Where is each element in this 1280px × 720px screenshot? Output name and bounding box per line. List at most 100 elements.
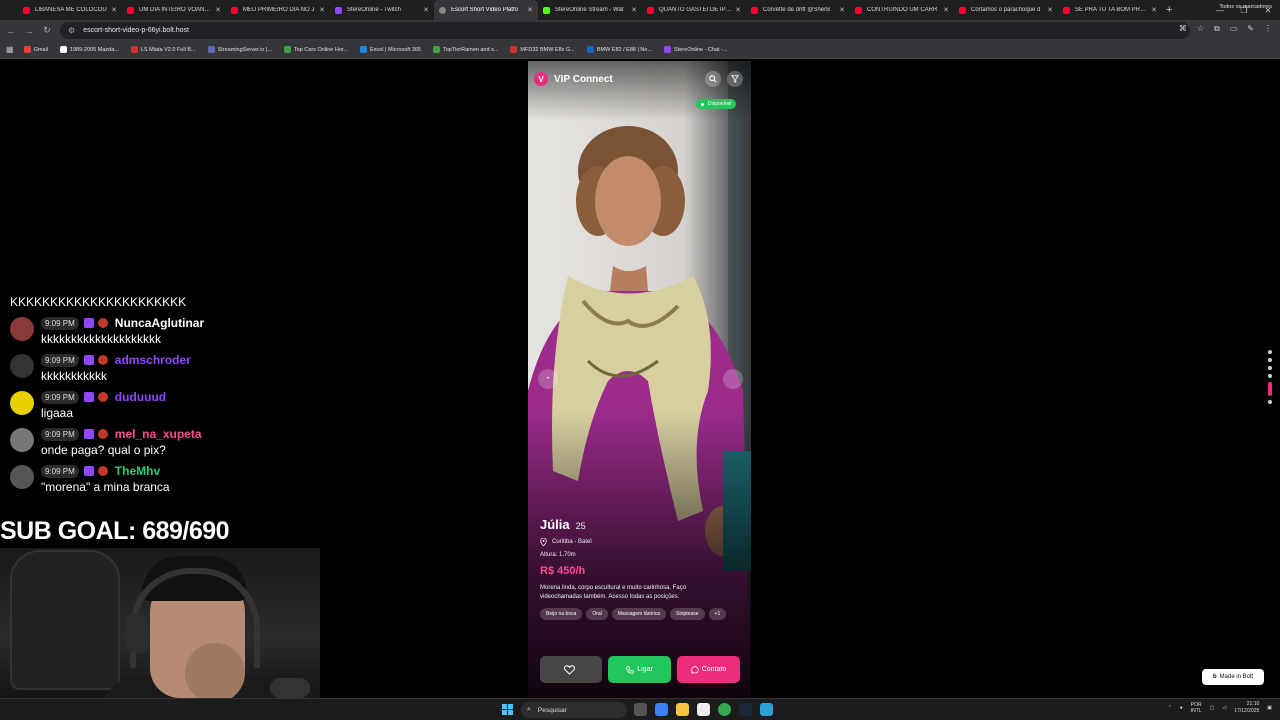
chat-username[interactable]: mel_na_xupeta: [115, 427, 202, 441]
made-in-bolt-badge[interactable]: b Made in Bolt: [1202, 669, 1264, 685]
microphone-icon[interactable]: ●: [1180, 705, 1183, 711]
tab-close-icon[interactable]: ✕: [319, 6, 325, 14]
chat-username[interactable]: admschroder: [115, 353, 191, 367]
tab-close-icon[interactable]: ✕: [735, 6, 741, 14]
forward-icon[interactable]: →: [20, 26, 38, 36]
chat-username[interactable]: TheMhv: [115, 464, 160, 478]
bookmark-item[interactable]: BMW E82 / E88 | No...: [586, 46, 652, 53]
taskbar-search[interactable]: ⌕ Pesquisar: [521, 702, 627, 718]
bookmark-item[interactable]: Gmail: [23, 46, 48, 53]
contact-button[interactable]: Contato: [677, 656, 740, 683]
apps-grid-icon[interactable]: ▦: [6, 45, 14, 54]
browser-tab[interactable]: LIBANESA ME COLOCOU ✕: [18, 0, 122, 20]
app-header: V VIP Connect: [528, 61, 751, 97]
language-indicator[interactable]: POR INTL: [1191, 702, 1202, 714]
tab-close-icon[interactable]: ✕: [215, 6, 221, 14]
reload-icon[interactable]: ↻: [38, 25, 56, 36]
copilot-icon[interactable]: [655, 703, 668, 716]
volume-icon[interactable]: ◁: [1222, 705, 1226, 711]
bookmark-item[interactable]: StreamingServer.io |...: [207, 46, 272, 53]
browser-tab[interactable]: StereOnline Stream - Wat ✕: [538, 0, 642, 20]
headset-earcup: [126, 613, 148, 653]
chat-message: 9:09 PM admschroder kkkkkkkkkkk: [10, 352, 310, 383]
browser-tab[interactable]: Cortamos o parachoque d ✕: [954, 0, 1058, 20]
next-photo-button[interactable]: [723, 369, 743, 389]
store-icon[interactable]: [697, 703, 710, 716]
tab-close-icon[interactable]: ✕: [111, 6, 117, 14]
chat-avatar[interactable]: [10, 465, 34, 489]
file-explorer-icon[interactable]: [676, 703, 689, 716]
feed-dot[interactable]: [1268, 400, 1272, 404]
browser-tab[interactable]: MEU PRIMEIRO DIA NO J ✕: [226, 0, 330, 20]
steam-icon[interactable]: [739, 703, 752, 716]
chat-avatar[interactable]: [10, 317, 34, 341]
youtube-favicon-icon: [855, 6, 862, 14]
browser-tab[interactable]: QUANTO GASTEI DE IPVA ✕: [642, 0, 746, 20]
bookmark-star-icon[interactable]: ☆: [1197, 24, 1204, 34]
tab-close-icon[interactable]: ✕: [943, 6, 949, 14]
app-logo[interactable]: V: [534, 72, 548, 86]
back-icon[interactable]: ←: [2, 26, 20, 36]
address-bar-row: ← → ↻ ⚙ escort-short-video-p-66yi.bolt.h…: [0, 20, 1280, 41]
windows-start-icon[interactable]: [502, 704, 513, 715]
bookmark-item[interactable]: Excel | Microsoft 365: [360, 46, 421, 53]
notepad-icon[interactable]: [760, 703, 773, 716]
new-tab-icon[interactable]: +: [1166, 4, 1172, 16]
tab-close-icon[interactable]: ✕: [839, 6, 845, 14]
tab-close-icon[interactable]: ✕: [1047, 6, 1053, 14]
filter-icon[interactable]: [727, 71, 743, 87]
profile-actions: Ligar Contato: [540, 656, 740, 683]
favorite-button[interactable]: [540, 656, 602, 683]
chat-avatar[interactable]: [10, 354, 34, 378]
chat-text: "morena" a mina branca: [41, 480, 170, 494]
profile-icon[interactable]: ✎: [1247, 24, 1254, 34]
tab-close-icon[interactable]: ✕: [527, 6, 533, 14]
task-view-icon[interactable]: [634, 703, 647, 716]
feed-dot[interactable]: [1268, 374, 1272, 378]
clock[interactable]: 21:10 17/12/2025: [1234, 701, 1259, 715]
chrome-icon[interactable]: [718, 703, 731, 716]
browser-tab[interactable]: UM DIA INTEIRO VOANDO ✕: [122, 0, 226, 20]
feed-dot[interactable]: [1268, 350, 1272, 354]
url-input[interactable]: ⚙ escort-short-video-p-66yi.bolt.host: [60, 22, 1190, 39]
feed-dot[interactable]: [1268, 358, 1272, 362]
tab-close-icon[interactable]: ✕: [423, 6, 429, 14]
chat-username[interactable]: NuncaAglutinar: [115, 316, 204, 330]
browser-tab[interactable]: Escort Short Video Platfo ✕: [434, 0, 538, 20]
network-icon[interactable]: ▢: [1210, 705, 1215, 711]
translate-icon[interactable]: ⌘: [1179, 24, 1187, 34]
chat-text: onde paga? qual o pix?: [41, 443, 166, 457]
youtube-favicon-icon: [751, 6, 758, 14]
bookmark-item[interactable]: 1989-2005 Mazda...: [59, 46, 119, 53]
bookmark-item[interactable]: StereOnline - Chat -...: [664, 46, 728, 53]
browser-tab[interactable]: Corvette de drift @SherB ✕: [746, 0, 850, 20]
tab-close-icon[interactable]: ✕: [631, 6, 637, 14]
tray-chevron-icon[interactable]: ⌃: [1168, 705, 1172, 711]
cast-icon[interactable]: ▭: [1230, 24, 1238, 34]
bookmark-item[interactable]: LS Miata V2.0 Full B...: [130, 46, 196, 53]
feed-dot[interactable]: [1268, 366, 1272, 370]
call-button[interactable]: Ligar: [608, 656, 671, 683]
site-info-icon[interactable]: ⚙: [68, 26, 75, 35]
bookmark-item[interactable]: TopTierRamen and s...: [432, 46, 498, 53]
chat-avatar[interactable]: [10, 391, 34, 415]
chat-username[interactable]: duduuud: [115, 390, 166, 404]
browser-tab[interactable]: StereOnline - Twitch ✕: [330, 0, 434, 20]
extensions-icon[interactable]: ⧉: [1214, 24, 1220, 34]
notifications-icon[interactable]: ▣: [1267, 705, 1272, 711]
chat-avatar[interactable]: [10, 428, 34, 452]
bookmark-item[interactable]: MFD32 BMW E8x G...: [510, 46, 575, 53]
menu-icon[interactable]: ⋮: [1264, 24, 1272, 34]
browser-tab[interactable]: SE PRA TU TA BOM PRA B ✕: [1058, 0, 1162, 20]
all-bookmarks-link[interactable]: Todos os marcadores: [1219, 4, 1272, 10]
search-icon[interactable]: [705, 71, 721, 87]
bookmark-favicon-icon: [432, 46, 440, 53]
bookmark-item[interactable]: Top Cars Online Hor...: [283, 46, 348, 53]
browser-tab[interactable]: CONTRUINDO UM CARR ✕: [850, 0, 954, 20]
gaming-chair: [10, 550, 120, 690]
emote-badge-icon: [97, 392, 108, 402]
feed-dot-active[interactable]: [1268, 382, 1272, 396]
twitch-favicon-icon: [335, 6, 342, 14]
tab-close-icon[interactable]: ✕: [1151, 6, 1157, 14]
previous-photo-button[interactable]: •: [538, 369, 558, 389]
